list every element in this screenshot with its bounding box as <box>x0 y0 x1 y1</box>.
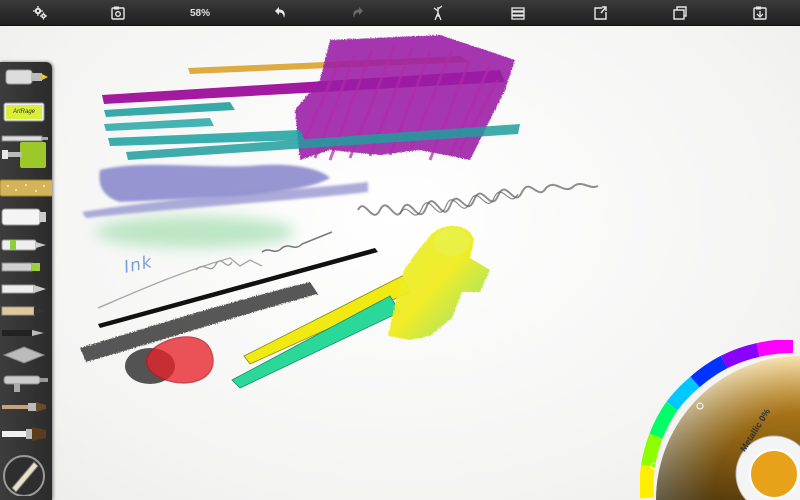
ink-pen-icon <box>1 306 46 316</box>
marker-label: ArtRage <box>13 109 36 115</box>
eraser-icon <box>2 330 44 336</box>
oil-brush-icon <box>2 402 46 412</box>
gray-squiggle <box>357 183 599 216</box>
gallery-icon <box>111 6 125 20</box>
duplicate-icon <box>673 6 687 20</box>
tool-gloop-pen[interactable] <box>0 344 52 366</box>
mint-airbrush <box>95 216 295 248</box>
felt-pen-icon <box>1 239 46 251</box>
settings-button[interactable] <box>20 0 60 26</box>
teal-stroke-1 <box>104 102 235 117</box>
color-picker[interactable] <box>640 340 800 500</box>
red-blob <box>145 336 214 384</box>
gallery-button[interactable] <box>98 0 138 26</box>
redo-button[interactable] <box>338 0 378 26</box>
tool-airbrush[interactable] <box>0 368 52 394</box>
airbrush-icon <box>3 375 48 392</box>
settings-pods-icon <box>3 455 45 497</box>
undo-icon <box>275 7 285 18</box>
paint-tube-white-icon <box>1 208 46 226</box>
top-toolbar: 58% <box>0 0 800 26</box>
layers-icon <box>511 7 525 20</box>
tool-felt-pen[interactable] <box>0 234 52 256</box>
current-color-swatch <box>749 449 799 499</box>
teal-stroke-2 <box>104 118 214 131</box>
pencil-stroke <box>97 257 263 309</box>
glitter-tube-icon <box>0 179 63 197</box>
duplicate-button[interactable] <box>660 0 700 26</box>
gallery-save-icon <box>753 6 767 20</box>
crayon-icon <box>1 284 46 294</box>
layers-button[interactable] <box>498 0 538 26</box>
tool-settings-pod[interactable] <box>0 450 48 497</box>
pencil-icon <box>1 262 40 272</box>
tool-glitter-tube[interactable] <box>0 176 63 200</box>
yellow-tube-stroke <box>243 275 411 365</box>
tracing-button[interactable] <box>418 0 458 26</box>
paint-tube-icon <box>5 69 48 85</box>
paint-roller-icon <box>2 142 46 168</box>
redo-icon <box>353 7 363 18</box>
tool-oil-brush[interactable] <box>0 396 52 418</box>
tool-picker: ArtRage <box>0 62 63 500</box>
settings-icon <box>33 6 47 20</box>
undo-button[interactable] <box>260 0 300 26</box>
tool-eraser[interactable] <box>0 322 52 344</box>
tracing-icon <box>433 5 443 21</box>
gallery-save-button[interactable] <box>740 0 780 26</box>
color-wheel-graphic <box>640 340 800 500</box>
tool-watercolor-brush[interactable] <box>0 422 52 446</box>
share-icon <box>594 6 607 20</box>
zoom-level: 58% <box>189 7 210 19</box>
tool-pencil[interactable] <box>0 256 52 278</box>
tool-paint-tube-white[interactable] <box>0 206 52 228</box>
watercolor-brush-icon <box>2 427 46 441</box>
tool-crayon[interactable] <box>0 278 52 300</box>
tool-paint-tube[interactable] <box>0 64 52 92</box>
gloop-pen-icon <box>2 346 46 364</box>
tool-paint-roller[interactable] <box>0 140 52 170</box>
zoom-level-button[interactable]: 58% <box>180 0 220 26</box>
tool-ink-pen[interactable] <box>0 300 52 322</box>
share-button[interactable] <box>580 0 620 26</box>
